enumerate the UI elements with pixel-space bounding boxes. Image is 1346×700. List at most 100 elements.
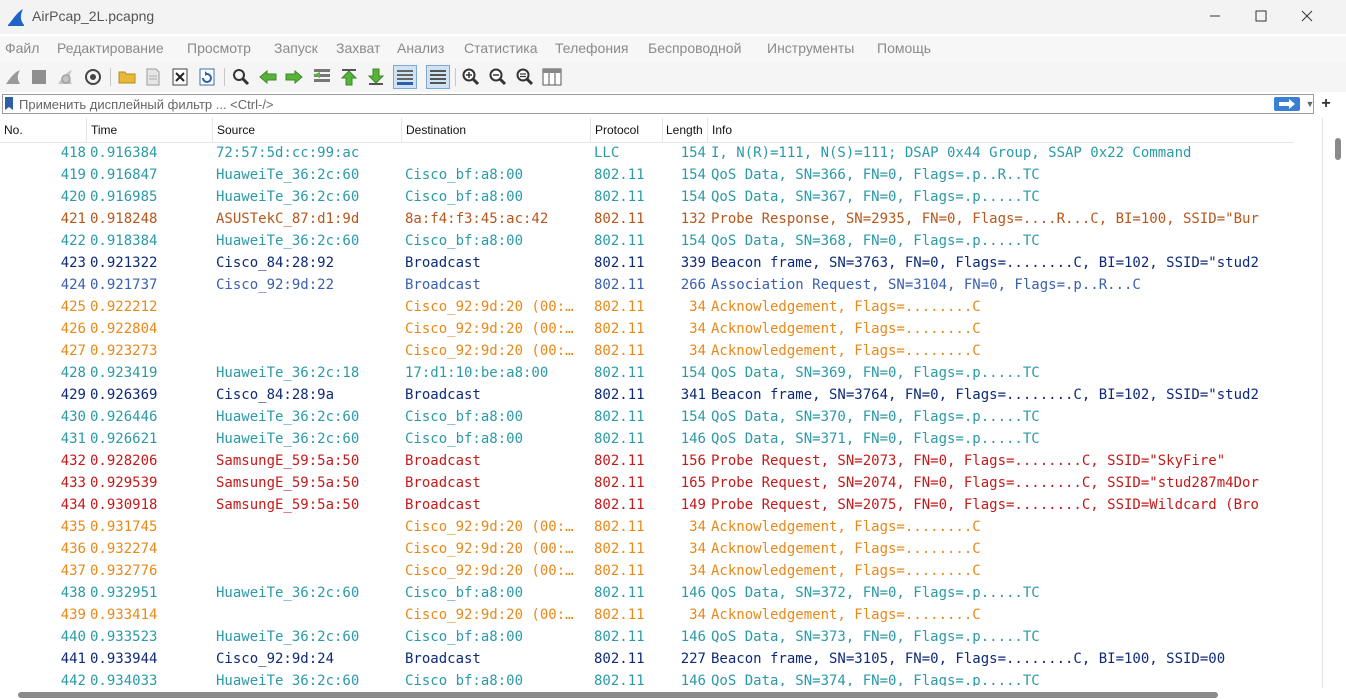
column-header-protocol[interactable]: Protocol (591, 118, 663, 142)
minimize-button[interactable] (1192, 0, 1238, 32)
menu-go[interactable]: Запуск (274, 40, 318, 56)
packet-row[interactable]: 438 0.932951 HuaweiTe_36:2c:60 Cisco_bf:a8:… (0, 582, 1294, 604)
vertical-scrollbar[interactable] (1322, 118, 1346, 688)
folder-icon (118, 71, 136, 84)
horizontal-scrollbar[interactable] (0, 688, 1346, 700)
packet-row[interactable]: 435 0.931745 Cisco_92:9d:20 (00:… 802.11 34 A… (0, 516, 1294, 538)
vertical-scroll-thumb[interactable] (1335, 138, 1341, 160)
packet-protocol: 802.11 (594, 167, 645, 183)
packet-time: 0.926621 (90, 431, 158, 447)
packet-protocol: 802.11 (594, 299, 645, 315)
go-back-button[interactable] (257, 66, 279, 88)
packet-row[interactable]: 428 0.923419 HuaweiTe_36:2c:18 17:d1:10:be:… (0, 362, 1294, 384)
packet-source (216, 516, 400, 538)
packet-row[interactable]: 425 0.922212 Cisco_92:9d:20 (00:… 802.11 34 A… (0, 296, 1294, 318)
apply-filter-button[interactable] (1274, 97, 1300, 111)
packet-row[interactable]: 418 0.916384 72:57:5d:cc:99:ac LLC 154 I, N(R… (0, 142, 1294, 164)
menu-edit[interactable]: Редактирование (57, 40, 164, 56)
packet-row[interactable]: 426 0.922804 Cisco_92:9d:20 (00:… 802.11 34 A… (0, 318, 1294, 340)
last-packet-button[interactable] (365, 66, 387, 88)
reload-icon (199, 68, 215, 86)
packet-number: 423 (60, 255, 86, 271)
menu-tools[interactable]: Инструменты (767, 40, 854, 56)
packet-number: 436 (60, 541, 86, 557)
maximize-button[interactable] (1238, 0, 1284, 32)
packet-row[interactable]: 421 0.918248 ASUSTekC_87:d1:9d 8a:f4:f3:45:… (0, 208, 1294, 230)
packet-row[interactable]: 422 0.918384 HuaweiTe_36:2c:60 Cisco_bf:a8:… (0, 230, 1294, 252)
packet-row[interactable]: 420 0.916985 HuaweiTe_36:2c:60 Cisco_bf:a8:… (0, 186, 1294, 208)
zoom-out-button[interactable] (487, 66, 509, 88)
packet-row[interactable]: 440 0.933523 HuaweiTe_36:2c:60 Cisco_bf:a8:… (0, 626, 1294, 648)
packet-row[interactable]: 431 0.926621 HuaweiTe_36:2c:60 Cisco_bf:a8:… (0, 428, 1294, 450)
zoom-out-icon (489, 68, 507, 86)
find-packet-button[interactable] (230, 66, 252, 88)
menu-analyze[interactable]: Анализ (397, 40, 444, 56)
capture-options-button[interactable] (82, 66, 104, 88)
packet-row[interactable]: 439 0.933414 Cisco_92:9d:20 (00:… 802.11 34 A… (0, 604, 1294, 626)
column-header-info[interactable]: Info (708, 118, 1294, 142)
column-header-no[interactable]: No. (0, 118, 87, 142)
restart-capture-button[interactable] (54, 66, 76, 88)
packet-length: 341 (680, 387, 706, 403)
first-packet-button[interactable] (338, 66, 360, 88)
packet-source (216, 560, 400, 582)
normal-size-button[interactable] (514, 66, 536, 88)
menu-view[interactable]: Просмотр (187, 40, 251, 56)
colorize-toggle[interactable] (426, 65, 450, 89)
go-forward-button[interactable] (283, 66, 305, 88)
reload-file-button[interactable] (196, 66, 218, 88)
packet-number: 441 (60, 651, 86, 667)
resize-columns-button[interactable] (541, 66, 563, 88)
autoscroll-toggle[interactable] (393, 65, 417, 89)
packet-row[interactable]: 432 0.928206 SamsungE_59:5a:50 Broadcast 802… (0, 450, 1294, 472)
packet-row[interactable]: 424 0.921737 Cisco_92:9d:22 Broadcast 802.11… (0, 274, 1294, 296)
column-header-source[interactable]: Source (213, 118, 402, 142)
add-filter-button[interactable]: + (1318, 92, 1334, 116)
close-button[interactable] (1284, 0, 1330, 32)
display-filter-input[interactable] (19, 96, 1259, 112)
packet-row[interactable]: 423 0.921322 Cisco_84:28:92 Broadcast 802.11… (0, 252, 1294, 274)
packet-time: 0.930918 (90, 497, 158, 513)
open-file-button[interactable] (116, 66, 138, 88)
packet-row[interactable]: 429 0.926369 Cisco_84:28:9a Broadcast 802.11… (0, 384, 1294, 406)
horizontal-scroll-thumb[interactable] (18, 692, 1218, 698)
display-filter-bar: ▼ + (0, 92, 1346, 116)
column-header-time[interactable]: Time (87, 118, 213, 142)
close-file-button[interactable] (169, 66, 191, 88)
chevron-down-icon: ▼ (1305, 99, 1315, 109)
zoom-in-button[interactable] (460, 66, 482, 88)
packet-row[interactable]: 441 0.933944 Cisco_92:9d:24 Broadcast 802.11… (0, 648, 1294, 670)
packet-row[interactable]: 430 0.926446 HuaweiTe_36:2c:60 Cisco_bf:a8:… (0, 406, 1294, 428)
packet-row[interactable]: 433 0.929539 SamsungE_59:5a:50 Broadcast 802… (0, 472, 1294, 494)
start-capture-button[interactable] (2, 66, 24, 88)
toolbar-separator (110, 68, 111, 86)
column-header-length[interactable]: Length (663, 118, 708, 142)
bookmark-icon[interactable] (5, 97, 13, 110)
packet-row[interactable]: 437 0.932776 Cisco_92:9d:20 (00:… 802.11 34 A… (0, 560, 1294, 582)
gear-icon (85, 69, 101, 85)
packet-row[interactable]: 436 0.932274 Cisco_92:9d:20 (00:… 802.11 34 A… (0, 538, 1294, 560)
packet-number: 435 (60, 519, 86, 535)
main-toolbar (0, 62, 1346, 92)
packet-source: ASUSTekC_87:d1:9d (216, 211, 360, 227)
packet-source (216, 604, 400, 626)
wireshark-fin-icon (8, 9, 24, 26)
packet-number: 418 (60, 145, 86, 161)
packet-row[interactable]: 434 0.930918 SamsungE_59:5a:50 Broadcast 802… (0, 494, 1294, 516)
menu-statistics[interactable]: Статистика (464, 40, 538, 56)
packet-length: 146 (680, 431, 706, 447)
column-header-destination[interactable]: Destination (402, 118, 591, 142)
menu-telephony[interactable]: Телефония (555, 40, 628, 56)
packet-row[interactable]: 419 0.916847 HuaweiTe_36:2c:60 Cisco_bf:a8:… (0, 164, 1294, 186)
stop-capture-button[interactable] (28, 66, 50, 88)
packet-row[interactable]: 442 0.934033 HuaweiTe_36:2c:60 Cisco_bf:a8:… (0, 670, 1294, 686)
filter-history-dropdown[interactable]: ▼ (1305, 95, 1315, 113)
menu-file[interactable]: Файл (5, 40, 39, 56)
menu-help[interactable]: Помощь (877, 40, 931, 56)
save-file-button[interactable] (142, 66, 164, 88)
packet-row[interactable]: 427 0.923273 Cisco_92:9d:20 (00:… 802.11 34 A… (0, 340, 1294, 362)
menu-wireless[interactable]: Беспроводной (648, 40, 741, 56)
packet-source (216, 340, 400, 362)
menu-capture[interactable]: Захват (336, 40, 380, 56)
go-to-packet-button[interactable] (311, 66, 333, 88)
